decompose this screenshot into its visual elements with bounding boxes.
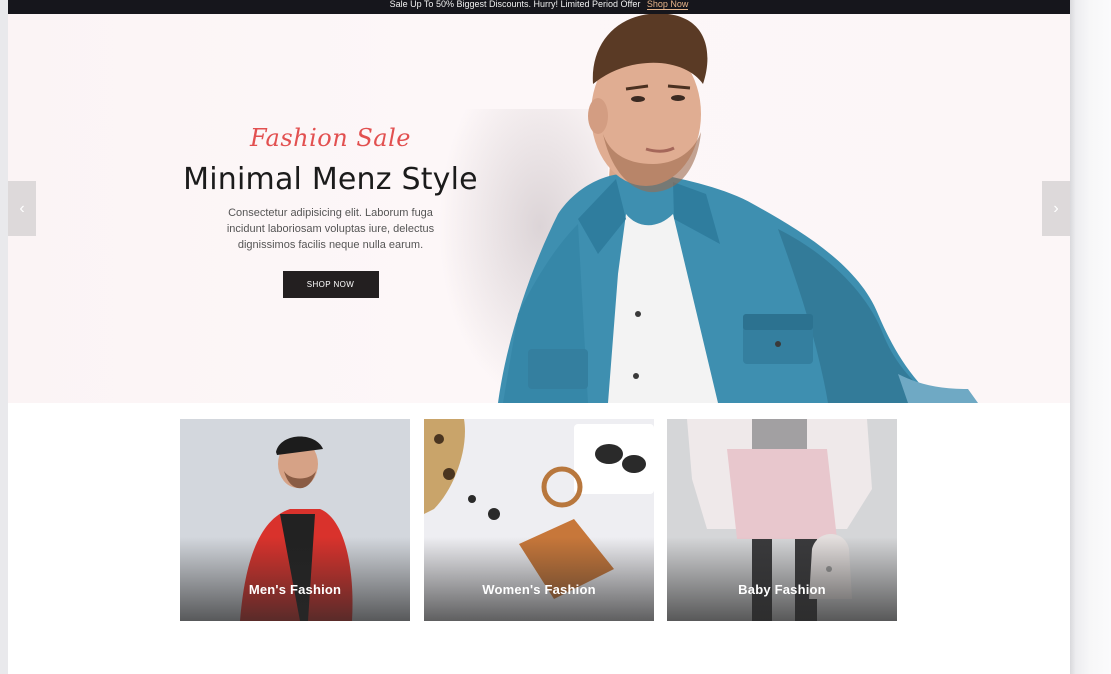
category-card-womens[interactable]: Women's Fashion	[424, 419, 654, 621]
hero-slider: Fashion Sale Minimal Menz Style Consecte…	[8, 14, 1070, 403]
category-label: Women's Fashion	[482, 582, 596, 597]
category-card-mens[interactable]: Men's Fashion	[180, 419, 410, 621]
category-overlay	[667, 537, 897, 621]
hero-description: Consectetur adipisicing elit. Laborum fu…	[226, 207, 435, 251]
slider-prev-button[interactable]: ‹	[8, 181, 36, 236]
page: Sale Up To 50% Biggest Discounts. Hurry!…	[8, 0, 1070, 674]
hero-title: Minimal Menz Style	[183, 162, 478, 197]
category-label: Baby Fashion	[738, 582, 826, 597]
announcement-message: Sale Up To 50% Biggest Discounts. Hurry!…	[389, 0, 641, 9]
hero-content: Fashion Sale Minimal Menz Style Consecte…	[148, 124, 513, 298]
page-left-gutter	[0, 0, 8, 674]
slider-next-button[interactable]: ›	[1042, 181, 1070, 236]
hero-model-image	[498, 14, 978, 403]
hero-kicker: Fashion Sale	[250, 124, 411, 152]
chevron-right-icon: ›	[1053, 199, 1059, 217]
shop-now-button[interactable]: SHOP NOW	[282, 271, 379, 298]
shop-now-link[interactable]: Shop Now	[646, 0, 689, 10]
category-label: Men's Fashion	[248, 582, 342, 597]
page-right-shadow	[1070, 0, 1111, 674]
category-overlay	[424, 537, 654, 621]
announcement-bar: Sale Up To 50% Biggest Discounts. Hurry!…	[8, 0, 1070, 14]
category-card-baby[interactable]: Baby Fashion	[667, 419, 897, 621]
category-overlay	[180, 537, 410, 621]
announcement-text: Sale Up To 50% Biggest Discounts. Hurry!…	[389, 0, 689, 10]
chevron-left-icon: ‹	[19, 199, 25, 217]
